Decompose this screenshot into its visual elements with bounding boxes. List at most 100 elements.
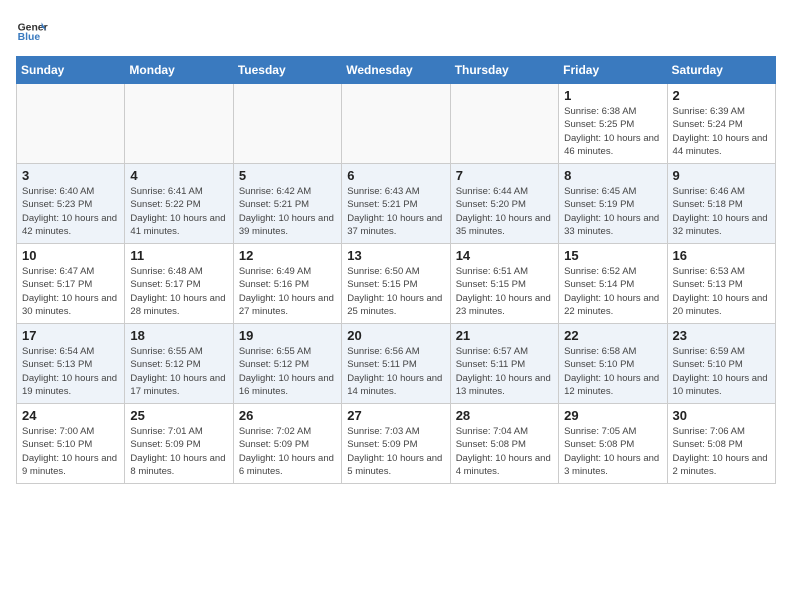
day-info: Sunrise: 7:01 AM Sunset: 5:09 PM Dayligh… [130,425,227,478]
day-info: Sunrise: 7:05 AM Sunset: 5:08 PM Dayligh… [564,425,661,478]
day-number: 5 [239,168,336,183]
day-info: Sunrise: 6:38 AM Sunset: 5:25 PM Dayligh… [564,105,661,158]
day-info: Sunrise: 6:55 AM Sunset: 5:12 PM Dayligh… [239,345,336,398]
day-number: 28 [456,408,553,423]
day-info: Sunrise: 6:45 AM Sunset: 5:19 PM Dayligh… [564,185,661,238]
week-row-0: 1 Sunrise: 6:38 AM Sunset: 5:25 PM Daylig… [17,84,776,164]
day-cell: 14Sunrise: 6:51 AM Sunset: 5:15 PM Dayli… [450,244,558,324]
day-cell: 27 Sunrise: 7:03 AM Sunset: 5:09 PM Dayli… [342,404,450,484]
weekday-wednesday: Wednesday [342,57,450,84]
day-cell: 19Sunrise: 6:55 AM Sunset: 5:12 PM Dayli… [233,324,341,404]
day-info: Sunrise: 6:39 AM Sunset: 5:24 PM Dayligh… [673,105,770,158]
calendar: SundayMondayTuesdayWednesdayThursdayFrid… [16,56,776,484]
day-info: Sunrise: 7:02 AM Sunset: 5:09 PM Dayligh… [239,425,336,478]
day-info: Sunrise: 6:46 AM Sunset: 5:18 PM Dayligh… [673,185,770,238]
day-number: 1 [564,88,661,103]
day-cell: 5 Sunrise: 6:42 AM Sunset: 5:21 PM Daylig… [233,164,341,244]
day-cell: 4 Sunrise: 6:41 AM Sunset: 5:22 PM Daylig… [125,164,233,244]
week-row-4: 24 Sunrise: 7:00 AM Sunset: 5:10 PM Dayli… [17,404,776,484]
day-cell: 6Sunrise: 6:43 AM Sunset: 5:21 PM Daylig… [342,164,450,244]
day-info: Sunrise: 6:42 AM Sunset: 5:21 PM Dayligh… [239,185,336,238]
day-cell: 13Sunrise: 6:50 AM Sunset: 5:15 PM Dayli… [342,244,450,324]
day-number: 26 [239,408,336,423]
day-info: Sunrise: 6:57 AM Sunset: 5:11 PM Dayligh… [456,345,553,398]
day-number: 17 [22,328,119,343]
day-cell [233,84,341,164]
day-cell: 20 Sunrise: 6:56 AM Sunset: 5:11 PM Dayli… [342,324,450,404]
day-info: Sunrise: 6:55 AM Sunset: 5:12 PM Dayligh… [130,345,227,398]
day-number: 10 [22,248,119,263]
day-info: Sunrise: 7:00 AM Sunset: 5:10 PM Dayligh… [22,425,119,478]
day-number: 25 [130,408,227,423]
day-cell: 8 Sunrise: 6:45 AM Sunset: 5:19 PM Daylig… [559,164,667,244]
weekday-sunday: Sunday [17,57,125,84]
week-row-1: 3Sunrise: 6:40 AM Sunset: 5:23 PM Daylig… [17,164,776,244]
day-cell: 24 Sunrise: 7:00 AM Sunset: 5:10 PM Dayli… [17,404,125,484]
day-cell: 1 Sunrise: 6:38 AM Sunset: 5:25 PM Daylig… [559,84,667,164]
day-number: 29 [564,408,661,423]
day-number: 8 [564,168,661,183]
day-info: Sunrise: 7:06 AM Sunset: 5:08 PM Dayligh… [673,425,770,478]
day-cell: 17 Sunrise: 6:54 AM Sunset: 5:13 PM Dayli… [17,324,125,404]
day-cell: 30 Sunrise: 7:06 AM Sunset: 5:08 PM Dayli… [667,404,775,484]
day-info: Sunrise: 6:56 AM Sunset: 5:11 PM Dayligh… [347,345,444,398]
day-info: Sunrise: 6:48 AM Sunset: 5:17 PM Dayligh… [130,265,227,318]
header: General Blue [16,16,776,48]
day-number: 2 [673,88,770,103]
day-cell [125,84,233,164]
svg-text:Blue: Blue [18,32,41,43]
day-number: 23 [673,328,770,343]
day-cell: 23 Sunrise: 6:59 AM Sunset: 5:10 PM Dayli… [667,324,775,404]
day-number: 24 [22,408,119,423]
calendar-body: 1 Sunrise: 6:38 AM Sunset: 5:25 PM Daylig… [17,84,776,484]
weekday-monday: Monday [125,57,233,84]
day-cell [17,84,125,164]
day-info: Sunrise: 6:58 AM Sunset: 5:10 PM Dayligh… [564,345,661,398]
day-info: Sunrise: 6:52 AM Sunset: 5:14 PM Dayligh… [564,265,661,318]
day-number: 30 [673,408,770,423]
day-info: Sunrise: 6:59 AM Sunset: 5:10 PM Dayligh… [673,345,770,398]
day-cell: 15 Sunrise: 6:52 AM Sunset: 5:14 PM Dayli… [559,244,667,324]
weekday-friday: Friday [559,57,667,84]
day-cell: 10 Sunrise: 6:47 AM Sunset: 5:17 PM Dayli… [17,244,125,324]
day-info: Sunrise: 7:04 AM Sunset: 5:08 PM Dayligh… [456,425,553,478]
weekday-tuesday: Tuesday [233,57,341,84]
day-cell [450,84,558,164]
day-info: Sunrise: 6:41 AM Sunset: 5:22 PM Dayligh… [130,185,227,238]
day-cell: 22 Sunrise: 6:58 AM Sunset: 5:10 PM Dayli… [559,324,667,404]
day-number: 4 [130,168,227,183]
day-number: 7 [456,168,553,183]
day-cell: 29 Sunrise: 7:05 AM Sunset: 5:08 PM Dayli… [559,404,667,484]
day-info: Sunrise: 6:50 AM Sunset: 5:15 PM Dayligh… [347,265,444,318]
day-cell: 9 Sunrise: 6:46 AM Sunset: 5:18 PM Daylig… [667,164,775,244]
day-info: Sunrise: 6:43 AM Sunset: 5:21 PM Dayligh… [347,185,444,238]
day-cell: 21 Sunrise: 6:57 AM Sunset: 5:11 PM Dayli… [450,324,558,404]
day-cell: 11Sunrise: 6:48 AM Sunset: 5:17 PM Dayli… [125,244,233,324]
day-cell: 25 Sunrise: 7:01 AM Sunset: 5:09 PM Dayli… [125,404,233,484]
day-info: Sunrise: 6:54 AM Sunset: 5:13 PM Dayligh… [22,345,119,398]
weekday-saturday: Saturday [667,57,775,84]
day-cell: 2 Sunrise: 6:39 AM Sunset: 5:24 PM Daylig… [667,84,775,164]
week-row-2: 10 Sunrise: 6:47 AM Sunset: 5:17 PM Dayli… [17,244,776,324]
day-number: 18 [130,328,227,343]
day-number: 9 [673,168,770,183]
day-info: Sunrise: 6:49 AM Sunset: 5:16 PM Dayligh… [239,265,336,318]
day-info: Sunrise: 6:53 AM Sunset: 5:13 PM Dayligh… [673,265,770,318]
day-cell: 7 Sunrise: 6:44 AM Sunset: 5:20 PM Daylig… [450,164,558,244]
day-number: 3 [22,168,119,183]
day-info: Sunrise: 6:51 AM Sunset: 5:15 PM Dayligh… [456,265,553,318]
day-cell [342,84,450,164]
week-row-3: 17 Sunrise: 6:54 AM Sunset: 5:13 PM Dayli… [17,324,776,404]
day-number: 15 [564,248,661,263]
day-number: 27 [347,408,444,423]
day-cell: 28 Sunrise: 7:04 AM Sunset: 5:08 PM Dayli… [450,404,558,484]
day-number: 22 [564,328,661,343]
day-cell: 18 Sunrise: 6:55 AM Sunset: 5:12 PM Dayli… [125,324,233,404]
day-number: 21 [456,328,553,343]
day-number: 20 [347,328,444,343]
day-cell: 16Sunrise: 6:53 AM Sunset: 5:13 PM Dayli… [667,244,775,324]
day-info: Sunrise: 6:47 AM Sunset: 5:17 PM Dayligh… [22,265,119,318]
day-info: Sunrise: 6:44 AM Sunset: 5:20 PM Dayligh… [456,185,553,238]
day-number: 12 [239,248,336,263]
day-info: Sunrise: 7:03 AM Sunset: 5:09 PM Dayligh… [347,425,444,478]
